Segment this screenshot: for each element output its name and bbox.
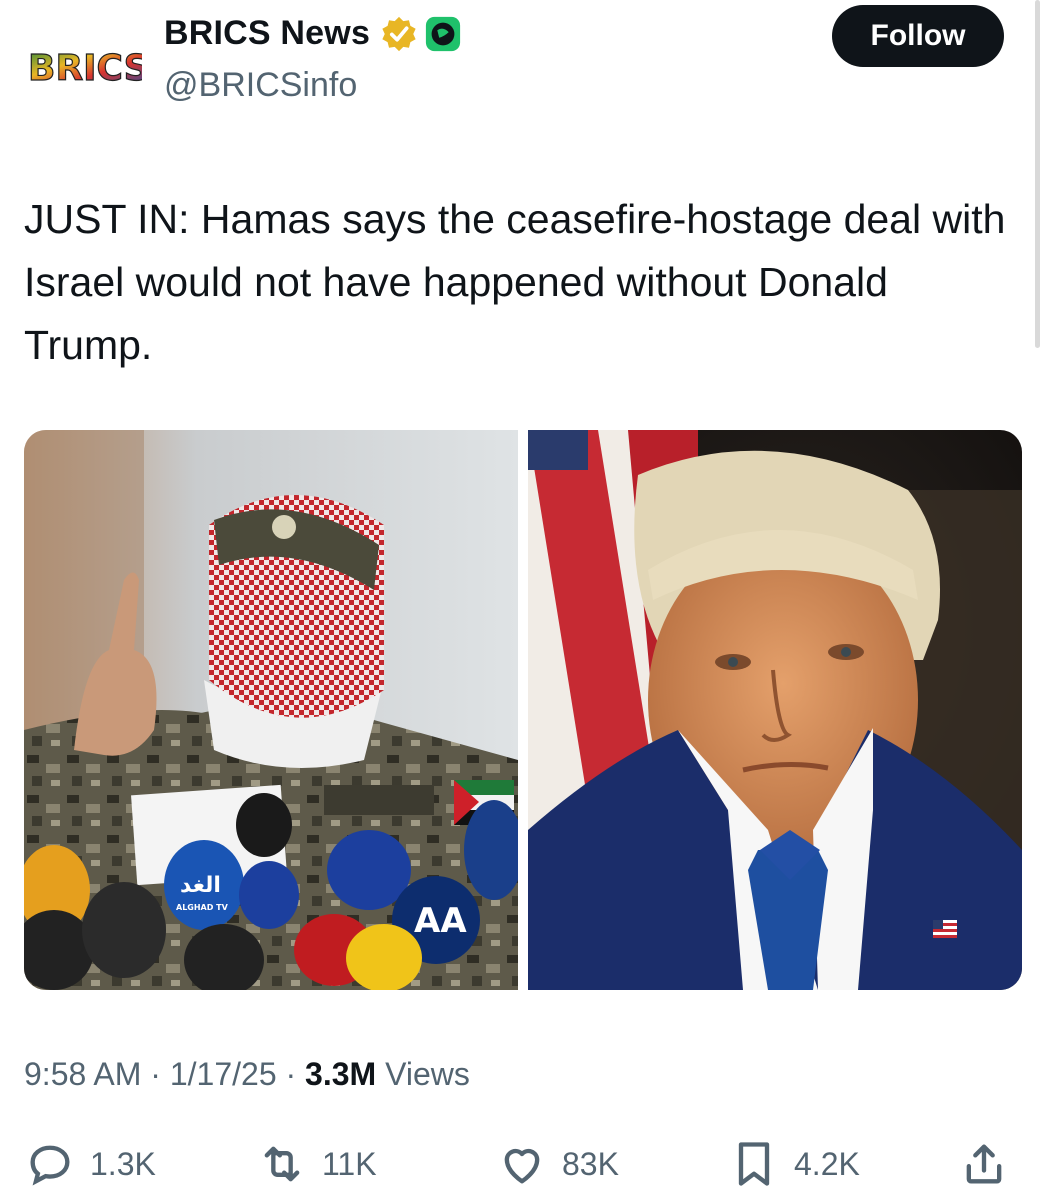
affiliate-badge-icon[interactable]: [424, 15, 462, 53]
share-button[interactable]: [958, 1138, 1010, 1190]
bookmark-count: 4.2K: [794, 1145, 860, 1182]
media-image-right[interactable]: [528, 430, 1022, 990]
like-count: 83K: [562, 1145, 619, 1182]
bookmark-icon: [738, 1142, 770, 1186]
name-row: BRICS News: [164, 14, 462, 53]
scrollbar[interactable]: [1035, 0, 1040, 348]
like-button[interactable]: 83K: [496, 1138, 619, 1190]
heart-icon: [504, 1148, 540, 1184]
media-image-left[interactable]: الغد ALGHAD TV AA: [24, 430, 518, 990]
follow-button[interactable]: Follow: [832, 5, 1004, 67]
tweet-header: BRICS BRICS News @BRICSinfo Follow: [24, 0, 1004, 130]
handle[interactable]: @BRICSinfo: [164, 66, 357, 105]
meta-separator: ·: [150, 1056, 170, 1092]
tweet-meta: 9:58 AM · 1/17/25 · 3.3M Views: [24, 1056, 470, 1093]
reply-icon: [30, 1145, 70, 1186]
meta-separator: ·: [285, 1056, 306, 1092]
verified-badge-icon[interactable]: [380, 15, 418, 53]
tweet-time[interactable]: 9:58 AM: [24, 1056, 141, 1092]
repost-icon: [264, 1146, 300, 1182]
tweet-text: JUST IN: Hamas says the ceasefire-hostag…: [24, 196, 1006, 368]
tweet-actions: 1.3K 11K 83K 4.2K: [24, 1138, 1014, 1198]
mic-label-alghad: ALGHAD TV: [176, 903, 229, 912]
display-name[interactable]: BRICS News: [164, 14, 370, 53]
avatar-logo-text: BRICS: [28, 48, 142, 89]
portrait-photo: [528, 430, 1022, 990]
tweet-date[interactable]: 1/17/25: [170, 1056, 277, 1092]
repost-button[interactable]: 11K: [256, 1138, 377, 1190]
views-label: Views: [385, 1056, 470, 1092]
repost-count: 11K: [322, 1145, 377, 1182]
avatar[interactable]: BRICS: [24, 18, 150, 104]
svg-text:الغد: الغد: [180, 873, 221, 898]
reply-count: 1.3K: [90, 1145, 156, 1182]
mic-label-aa: AA: [414, 901, 467, 941]
tweet-media: الغد ALGHAD TV AA: [24, 430, 1022, 990]
bookmark-button[interactable]: 4.2K: [728, 1138, 860, 1190]
reply-button[interactable]: 1.3K: [24, 1138, 156, 1190]
spokesperson-photo: الغد ALGHAD TV AA: [24, 430, 518, 990]
share-icon: [966, 1144, 1002, 1184]
views-count: 3.3M: [305, 1056, 377, 1092]
